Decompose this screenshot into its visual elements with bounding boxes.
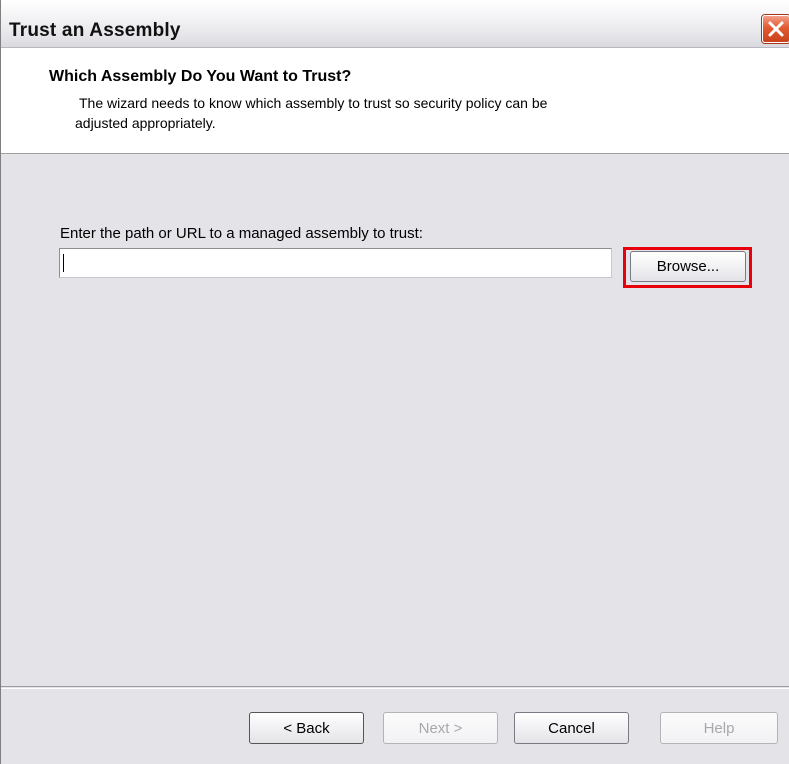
wizard-step-description: The wizard needs to know which assembly … <box>75 93 719 133</box>
browse-button[interactable]: Browse... <box>630 251 746 282</box>
help-button[interactable]: Help <box>660 712 778 744</box>
footer-divider <box>1 688 789 689</box>
next-button[interactable]: Next > <box>383 712 498 744</box>
wizard-footer: < Back Next > Cancel Help <box>1 686 789 764</box>
window-title: Trust an Assembly <box>9 20 181 41</box>
trust-assembly-dialog: Trust an Assembly Which Assembly Do You … <box>0 0 789 764</box>
back-button[interactable]: < Back <box>249 712 364 744</box>
wizard-content: Enter the path or URL to a managed assem… <box>1 154 789 686</box>
description-line-1: The wizard needs to know which assembly … <box>79 95 548 111</box>
text-caret <box>63 254 64 272</box>
wizard-step-title: Which Assembly Do You Want to Trust? <box>49 68 352 85</box>
close-icon <box>768 21 784 37</box>
wizard-header: Which Assembly Do You Want to Trust? The… <box>1 48 789 154</box>
title-bar: Trust an Assembly <box>1 0 789 48</box>
close-button[interactable] <box>762 15 789 43</box>
description-line-2: adjusted appropriately. <box>75 115 216 131</box>
assembly-path-input[interactable] <box>59 248 612 278</box>
path-label: Enter the path or URL to a managed assem… <box>60 225 423 242</box>
cancel-button[interactable]: Cancel <box>514 712 629 744</box>
